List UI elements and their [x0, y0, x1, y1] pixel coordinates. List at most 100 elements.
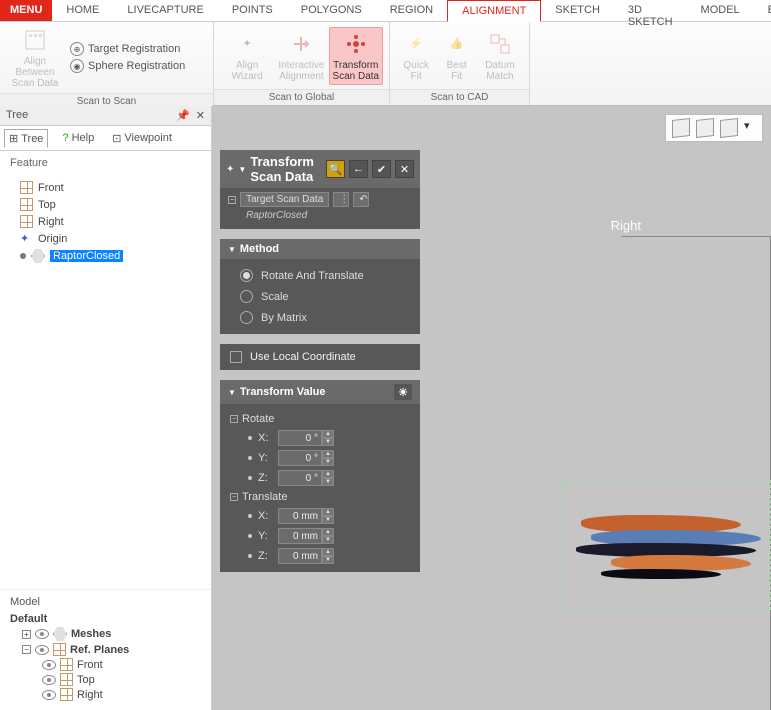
- tab-livecapture[interactable]: LIVECAPTURE: [113, 0, 217, 21]
- tree-node-right[interactable]: Right: [10, 213, 201, 230]
- best-fit-button[interactable]: 👍Best Fit: [436, 28, 476, 84]
- plane-icon: [53, 643, 66, 656]
- plane-icon: [20, 198, 33, 211]
- collapse-icon[interactable]: −: [230, 415, 238, 423]
- sphere-registration-button[interactable]: ◉Sphere Registration: [70, 59, 185, 73]
- interactive-alignment-button[interactable]: Interactive Alignment: [274, 28, 328, 84]
- method-rotate-translate-radio[interactable]: Rotate And Translate: [230, 265, 410, 286]
- tab-sketch[interactable]: SKETCH: [541, 0, 614, 21]
- tab-polygons[interactable]: POLYGONS: [287, 0, 376, 21]
- tree-tab-viewpoint[interactable]: ⊡Viewpoint: [108, 129, 176, 147]
- eye-icon[interactable]: [42, 660, 56, 670]
- tab-home[interactable]: HOME: [52, 0, 113, 21]
- radio-off-icon: [240, 290, 253, 303]
- tab-more[interactable]: E: [754, 0, 771, 21]
- eye-icon[interactable]: [35, 645, 49, 655]
- tab-3dsketch[interactable]: 3D SKETCH: [614, 0, 687, 21]
- tab-model[interactable]: MODEL: [687, 0, 754, 21]
- rotate-x-input[interactable]: ▲▼: [278, 430, 334, 446]
- tree-sidebar: Tree 📌 ✕ ⊞Tree ?Help ⊡Viewpoint Feature …: [0, 106, 212, 710]
- translate-y-input[interactable]: ▲▼: [278, 528, 334, 544]
- tree-node-raptor[interactable]: RaptorClosed: [10, 247, 201, 265]
- eye-icon[interactable]: [42, 675, 56, 685]
- tab-menu[interactable]: MENU: [0, 0, 52, 21]
- panel-title: Transform Scan Data: [250, 154, 322, 184]
- eye-icon[interactable]: [35, 629, 49, 639]
- method-header[interactable]: ▼Method: [220, 239, 420, 259]
- tree-node-front[interactable]: Front: [10, 179, 201, 196]
- plane-icon: [60, 673, 73, 686]
- method-scale-radio[interactable]: Scale: [230, 286, 410, 307]
- collapse-icon[interactable]: ▼: [228, 388, 236, 397]
- model-refplane-top[interactable]: Top: [10, 672, 201, 687]
- interactive-icon: [287, 30, 315, 58]
- tab-points[interactable]: POINTS: [218, 0, 287, 21]
- panel-close-button[interactable]: ✕: [395, 160, 414, 178]
- target-item-name: RaptorClosed: [228, 207, 412, 221]
- plane-icon: [20, 215, 33, 228]
- view-cube-more[interactable]: ▾: [744, 119, 756, 137]
- target-registration-button[interactable]: ⊕Target Registration: [70, 42, 185, 56]
- checkbox-icon: [230, 351, 242, 363]
- close-icon[interactable]: ✕: [196, 109, 205, 122]
- rotate-group-label: Rotate: [242, 413, 274, 425]
- target-pick-button[interactable]: ⋮⋮: [333, 192, 349, 207]
- view-cube-3[interactable]: [720, 118, 738, 138]
- tab-alignment[interactable]: ALIGNMENT: [447, 0, 541, 22]
- panel-back-button[interactable]: ←: [349, 160, 368, 178]
- transform-panel: ✦ ▼ Transform Scan Data 🔍 ← ✔ ✕ − Target…: [220, 150, 420, 572]
- scan-mesh[interactable]: [571, 495, 771, 595]
- tree-node-top[interactable]: Top: [10, 196, 201, 213]
- viewport-canvas[interactable]: ▾ Right ✦ ▼ Transform Scan Data 🔍 ← ✔ ✕: [212, 106, 771, 710]
- collapse-panel-icon[interactable]: ▼: [238, 165, 246, 174]
- model-refplane-front[interactable]: Front: [10, 657, 201, 672]
- quickfit-icon: ⚡: [402, 30, 430, 58]
- sphere-icon: ◉: [70, 59, 84, 73]
- datum-icon: [486, 30, 514, 58]
- plane-icon: [60, 658, 73, 671]
- mesh-icon: [31, 249, 45, 263]
- target-undo-button[interactable]: ↶: [353, 192, 369, 207]
- collapse-icon[interactable]: −: [228, 196, 236, 204]
- view-orientation-label: Right: [611, 218, 641, 233]
- tree-tab-tree[interactable]: ⊞Tree: [4, 129, 48, 148]
- expand-icon[interactable]: +: [22, 630, 31, 639]
- collapse-icon[interactable]: −: [230, 493, 238, 501]
- tree-tab-help[interactable]: ?Help: [58, 129, 98, 147]
- tab-bar: MENU HOME LIVECAPTURE POINTS POLYGONS RE…: [0, 0, 771, 22]
- panel-ok-button[interactable]: ✔: [372, 160, 391, 178]
- align-between-scan-data-button[interactable]: Align Between Scan Data: [6, 24, 64, 91]
- group-caption-scan-to-cad: Scan to CAD: [390, 89, 529, 105]
- feature-section-label: Feature: [0, 151, 211, 175]
- eye-icon[interactable]: [42, 690, 56, 700]
- bullet-icon: [20, 253, 26, 259]
- model-refplanes[interactable]: −Ref. Planes: [10, 642, 201, 657]
- bestfit-icon: 👍: [443, 30, 471, 58]
- translate-z-input[interactable]: ▲▼: [278, 548, 334, 564]
- target-section: − Target Scan Data ⋮⋮ ↶ RaptorClosed: [220, 188, 420, 229]
- target-icon: ⊕: [70, 42, 84, 56]
- translate-x-input[interactable]: ▲▼: [278, 508, 334, 524]
- method-by-matrix-radio[interactable]: By Matrix: [230, 307, 410, 328]
- transform-scan-data-button[interactable]: Transform Scan Data: [329, 27, 383, 85]
- panel-find-button[interactable]: 🔍: [326, 160, 345, 178]
- pin-icon[interactable]: 📌: [176, 109, 190, 122]
- viewpoint-icon: ⊡: [112, 132, 121, 145]
- tree-node-origin[interactable]: Origin: [10, 230, 201, 247]
- transform-icon: [342, 30, 370, 58]
- model-default[interactable]: Default: [10, 612, 201, 626]
- highlight-button[interactable]: ☀: [394, 384, 412, 400]
- datum-match-button[interactable]: Datum Match: [477, 28, 523, 84]
- model-refplane-right[interactable]: Right: [10, 687, 201, 702]
- view-cube-2[interactable]: [696, 118, 714, 138]
- model-meshes[interactable]: +Meshes: [10, 626, 201, 642]
- pin-panel-icon[interactable]: ✦: [226, 164, 234, 175]
- align-wizard-button[interactable]: ✦Align Wizard: [220, 28, 274, 84]
- rotate-z-input[interactable]: ▲▼: [278, 470, 334, 486]
- tab-region[interactable]: REGION: [376, 0, 447, 21]
- view-cube-1[interactable]: [672, 118, 690, 138]
- collapse-icon[interactable]: −: [22, 645, 31, 654]
- local-coord-checkbox[interactable]: Use Local Coordinate: [220, 344, 420, 370]
- rotate-y-input[interactable]: ▲▼: [278, 450, 334, 466]
- quick-fit-button[interactable]: ⚡Quick Fit: [396, 28, 436, 84]
